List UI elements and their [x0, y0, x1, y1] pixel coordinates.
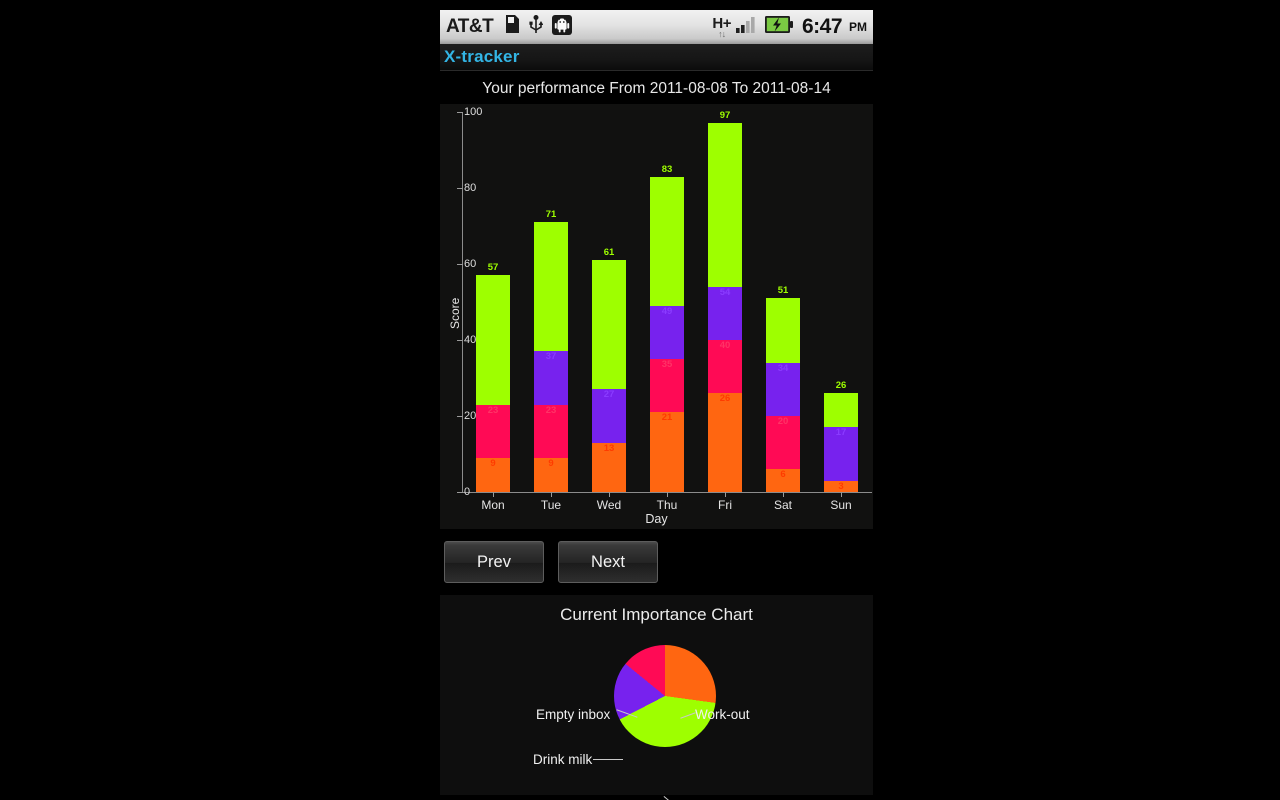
bar-segment-value-label: 27	[603, 389, 615, 401]
app-title-bar: X-tracker	[440, 44, 873, 71]
next-button[interactable]: Next	[558, 541, 658, 583]
bar-segment	[592, 260, 626, 390]
pie-slice-label: Drink milk	[533, 752, 593, 767]
pie-slice-label: Empty inbox	[536, 707, 611, 722]
bar-segment-value-label: 51	[777, 285, 789, 297]
bar-segment	[650, 176, 684, 306]
bar-segment-value-label: 34	[777, 362, 789, 374]
bar-segment-value-label: 23	[487, 404, 499, 416]
screen-root: AT&T H+ ↑↓ 6:47 PM X-tracker Your perfor…	[0, 0, 1280, 800]
clock-ampm-label: PM	[849, 20, 867, 34]
y-tick-label-100: 100	[464, 106, 483, 118]
app-title-label: X-tracker	[444, 47, 520, 66]
bar-segment-value-label: 13	[603, 442, 615, 454]
bar-segment-value-label: 9	[548, 457, 554, 469]
x-tick	[725, 492, 726, 497]
x-tick-label: Fri	[718, 498, 732, 512]
content-area: Your performance From 2011-08-08 To 2011…	[440, 71, 873, 800]
signal-bars-icon	[735, 16, 758, 38]
x-tick-label: Mon	[481, 498, 505, 512]
pie-slice-label: Work-out	[695, 707, 750, 722]
pie-leader-line	[663, 795, 677, 800]
bar-chart-title: Your performance From 2011-08-08 To 2011…	[440, 71, 873, 104]
android-icon	[552, 14, 573, 40]
phone-viewport: AT&T H+ ↑↓ 6:47 PM X-tracker Your perfor…	[440, 10, 873, 800]
bar-segment	[534, 222, 568, 352]
y-tick-label-80: 80	[464, 182, 477, 194]
sdcard-icon	[503, 15, 520, 39]
x-tick	[783, 492, 784, 497]
bar-segment-value-label: 20	[777, 416, 789, 427]
bar-segment-value-label: 40	[719, 340, 731, 351]
bar-segment-value-label: 97	[719, 110, 731, 122]
usb-icon	[529, 14, 544, 40]
bar-segment-value-label: 71	[545, 209, 557, 221]
battery-charging-icon	[764, 16, 793, 38]
y-tick-100	[457, 112, 463, 113]
navigation-button-row: Prev Next	[440, 529, 873, 595]
bar-segment-value-label: 26	[719, 393, 731, 405]
y-tick-60	[457, 264, 463, 265]
x-tick-label: Sat	[773, 498, 792, 512]
y-tick-40	[457, 340, 463, 341]
status-bar: AT&T H+ ↑↓ 6:47 PM	[440, 10, 873, 44]
x-tick	[841, 492, 842, 497]
y-tick-label-40: 40	[464, 334, 477, 346]
clock-label: 6:47	[801, 15, 843, 38]
pie-chart-section: Current Importance Chart Work-out8 hr sl…	[440, 595, 873, 800]
x-tick-label: Sun	[830, 498, 852, 512]
bar-segment-value-label: 49	[661, 305, 673, 317]
pie-leader-line	[593, 759, 623, 760]
x-tick	[551, 492, 552, 497]
x-tick	[493, 492, 494, 497]
bar-segment-value-label: 57	[487, 262, 499, 274]
x-tick	[609, 492, 610, 497]
bar-segment	[476, 275, 510, 405]
bar-segment-value-label: 37	[545, 351, 557, 363]
prev-button[interactable]: Prev	[444, 541, 544, 583]
x-tick-label: Thu	[656, 498, 678, 512]
y-axis-title: Score	[448, 297, 462, 329]
y-tick-20	[457, 416, 463, 417]
pie-chart-title: Current Importance Chart	[560, 605, 753, 624]
bar-segment-value-label: 83	[661, 163, 673, 175]
y-tick-0	[457, 492, 463, 493]
bar-segment-value-label: 3	[838, 480, 844, 492]
data-transfer-arrows-icon: ↑↓	[718, 28, 726, 39]
bar-segment-value-label: 9	[490, 457, 496, 469]
bar-segment-value-label: 61	[603, 247, 615, 259]
x-axis-title: Day	[645, 512, 668, 526]
bar-segment-value-label: 21	[661, 412, 673, 424]
x-tick-label: Tue	[540, 498, 562, 512]
bar-segment-value-label: 35	[661, 359, 673, 370]
carrier-label: AT&T	[446, 16, 494, 37]
status-right-group: H+ ↑↓ 6:47 PM	[712, 15, 867, 39]
bar-segment-value-label: 54	[719, 286, 731, 298]
bar-segment	[650, 412, 684, 492]
y-axis-line	[462, 112, 464, 492]
bar-segment	[824, 393, 858, 428]
bar-segment-value-label: 17	[835, 427, 847, 439]
bar-segment-value-label: 6	[780, 469, 786, 481]
bar-segment	[708, 393, 742, 492]
y-tick-80	[457, 188, 463, 189]
pie-chart[interactable]	[614, 645, 716, 747]
x-tick	[667, 492, 668, 497]
network-type-indicator: H+ ↑↓	[712, 14, 731, 39]
bar-chart[interactable]: Score Day 0 20 40 60 80 100 9 23 57 9 23 37 71…	[440, 104, 873, 529]
bar-segment-value-label: 23	[545, 404, 557, 416]
bar-segment	[708, 123, 742, 287]
bar-segment	[766, 298, 800, 363]
bar-segment-value-label: 26	[835, 380, 847, 392]
y-tick-label-0: 0	[464, 486, 471, 498]
x-tick-label: Wed	[596, 498, 622, 512]
